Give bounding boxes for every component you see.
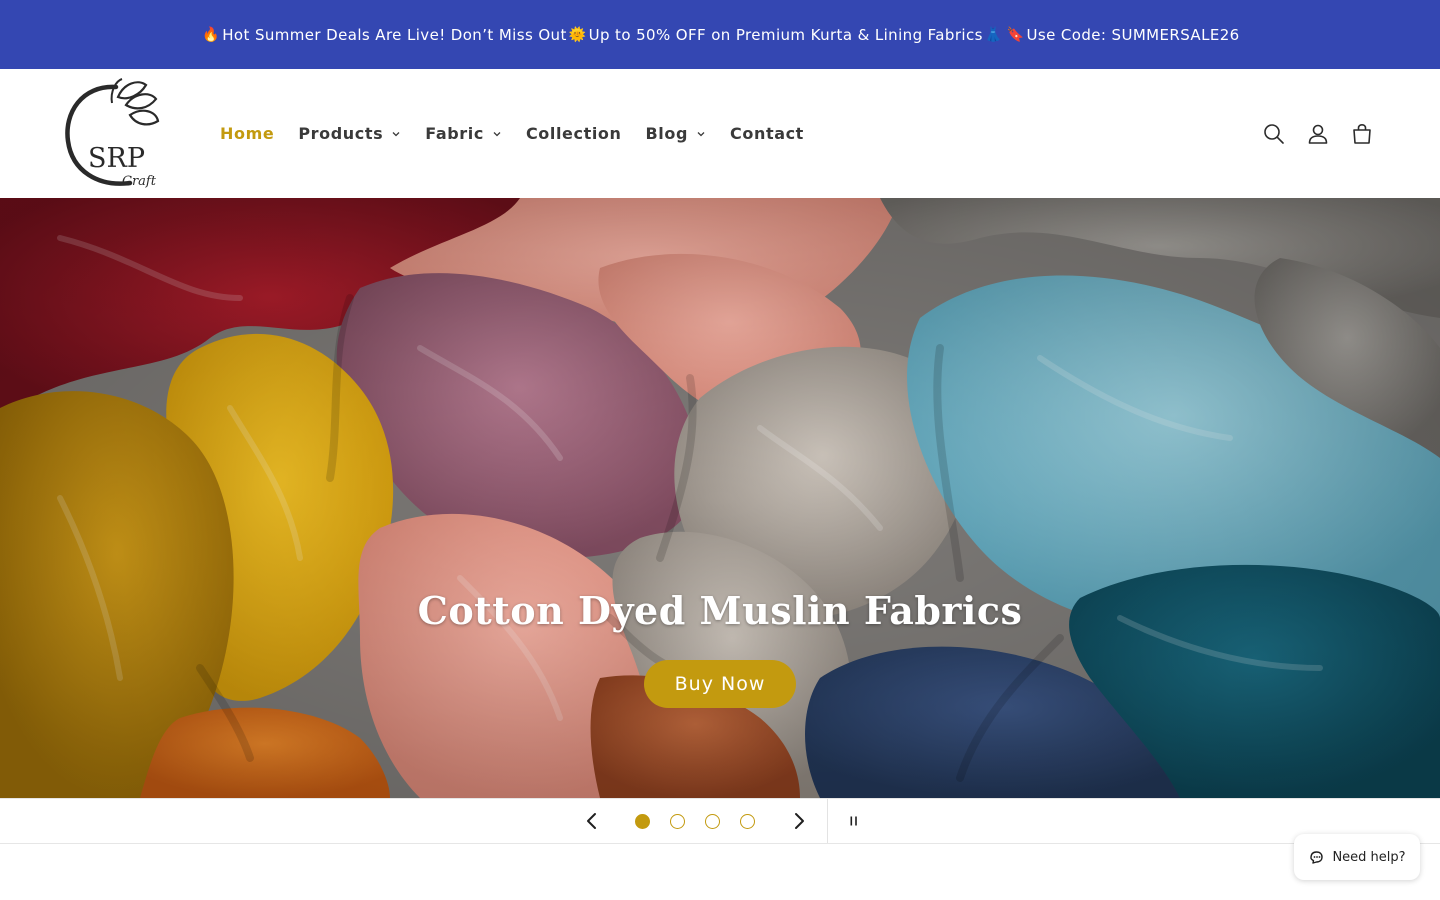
hero-slide: Cotton Dyed Muslin Fabrics Buy Now — [0, 198, 1440, 798]
fire-icon: 🔥 — [202, 26, 221, 43]
chevron-down-icon — [697, 131, 705, 136]
announcement-bar: 🔥 Hot Summer Deals Are Live! Don’t Miss … — [0, 0, 1440, 69]
logo-text: SRP — [88, 143, 145, 174]
previous-slide-button[interactable] — [570, 799, 614, 843]
controls-divider — [827, 799, 828, 843]
nav-item-products[interactable]: Products — [298, 124, 401, 143]
site-header: SRP Craft Home Products Fabric Collectio… — [0, 69, 1440, 198]
sun-icon: 🌞 — [568, 26, 587, 43]
nav-item-label: Products — [298, 124, 384, 143]
nav-item-label: Home — [220, 124, 275, 143]
slide-dot-3[interactable] — [705, 814, 720, 829]
nav-item-contact[interactable]: Contact — [730, 124, 804, 143]
hero-fabric-image — [0, 198, 1440, 798]
chevron-down-icon — [392, 131, 400, 136]
nav-item-home[interactable]: Home — [220, 124, 274, 143]
nav-item-label: Blog — [645, 124, 689, 143]
slide-dot-2[interactable] — [670, 814, 685, 829]
cart-button[interactable] — [1340, 112, 1384, 156]
logo-mark: SRP Craft — [65, 78, 160, 189]
slider-controls — [0, 798, 1440, 844]
announcement-text-1: Hot Summer Deals Are Live! Don’t Miss Ou… — [222, 25, 567, 44]
next-slide-button[interactable] — [777, 799, 821, 843]
chevron-left-icon — [587, 813, 596, 829]
nav-item-label: Fabric — [425, 124, 484, 143]
nav-item-collection[interactable]: Collection — [526, 124, 622, 143]
slide-dot-4[interactable] — [740, 814, 755, 829]
pause-slideshow-button[interactable] — [832, 799, 876, 843]
chevron-down-icon — [493, 131, 501, 136]
header-actions — [1252, 69, 1384, 198]
account-button[interactable] — [1296, 112, 1340, 156]
nav-item-label: Collection — [525, 124, 622, 143]
need-help-button[interactable]: Need help? — [1294, 834, 1420, 880]
search-icon — [1264, 123, 1284, 144]
main-nav: Home Products Fabric Collection Blog Con… — [220, 69, 828, 198]
hero-title: Cotton Dyed Muslin Fabrics — [417, 588, 1023, 633]
chat-hand-icon — [1308, 849, 1324, 865]
announcement-text-2: Up to 50% OFF on Premium Kurta & Lining … — [588, 25, 983, 44]
buy-now-button[interactable]: Buy Now — [644, 660, 796, 708]
logo-subtext: Craft — [122, 174, 157, 189]
need-help-label: Need help? — [1332, 849, 1406, 865]
nav-item-fabric[interactable]: Fabric — [425, 124, 502, 143]
site-logo[interactable]: SRP Craft — [64, 75, 164, 191]
announcement-text-3: Use Code: SUMMERSALE26 — [1026, 25, 1240, 44]
search-button[interactable] — [1252, 112, 1296, 156]
pause-icon — [850, 816, 857, 826]
dress-icon: 👗 — [984, 26, 1003, 43]
nav-item-blog[interactable]: Blog — [646, 124, 707, 143]
chevron-right-icon — [795, 813, 804, 829]
account-icon — [1308, 124, 1328, 144]
cart-icon — [1353, 123, 1371, 144]
slide-dot-1[interactable] — [635, 814, 650, 829]
bookmark-icon: 🔖 — [1006, 26, 1025, 43]
nav-item-label: Contact — [730, 124, 804, 143]
